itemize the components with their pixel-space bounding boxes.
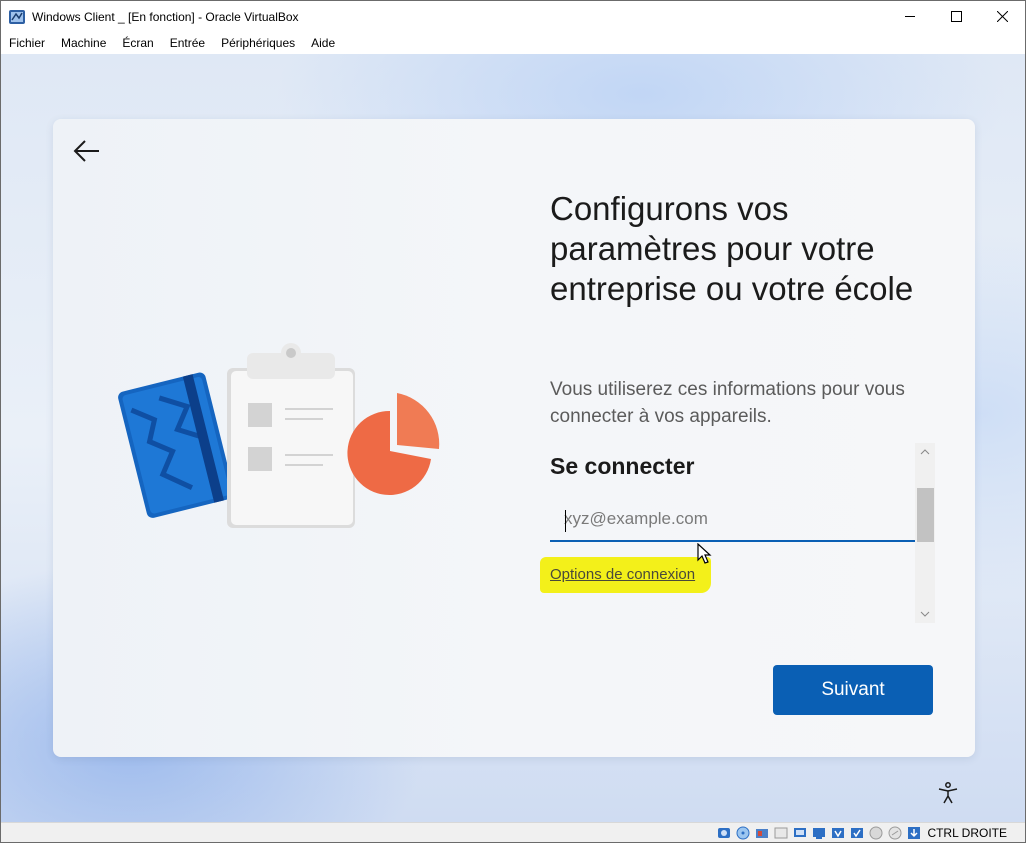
accessibility-button[interactable]: [934, 779, 962, 807]
next-button[interactable]: Suivant: [773, 665, 933, 715]
audio-icon[interactable]: [754, 826, 769, 841]
menu-entree[interactable]: Entrée: [170, 36, 205, 50]
email-field[interactable]: [550, 498, 916, 542]
virtualbox-window: Windows Client _ [En fonction] - Oracle …: [0, 0, 1026, 843]
recording-icon[interactable]: [849, 826, 864, 841]
mouse-cursor-icon: [697, 543, 712, 564]
mouse-integration-icon[interactable]: [887, 826, 902, 841]
usb-icon[interactable]: [792, 826, 807, 841]
status-bar: CTRL DROITE: [1, 822, 1025, 842]
accessibility-icon: [938, 782, 958, 804]
scrollbar-thumb[interactable]: [917, 488, 934, 542]
maximize-icon: [950, 11, 962, 22]
scroll-up-button[interactable]: [915, 443, 935, 461]
signin-options-link[interactable]: Options de connexion: [550, 566, 695, 583]
signin-scroll-region: Se connecter Options de connexion: [540, 443, 935, 623]
signin-heading: Se connecter: [550, 453, 695, 479]
network-icon[interactable]: [773, 826, 788, 841]
hard-disk-icon[interactable]: [716, 826, 731, 841]
host-key-label: CTRL DROITE: [927, 826, 1007, 840]
text-caret: [565, 510, 566, 532]
close-button[interactable]: [979, 1, 1025, 32]
cpu-icon[interactable]: [868, 826, 883, 841]
virtualbox-app-icon: [9, 9, 25, 24]
close-icon: [996, 11, 1008, 22]
vm-display[interactable]: Configurons vos paramètres pour votre en…: [1, 54, 1025, 822]
menu-ecran[interactable]: Écran: [122, 36, 153, 50]
minimize-button[interactable]: [887, 1, 933, 32]
maximize-button[interactable]: [933, 1, 979, 32]
chevron-up-icon: [920, 449, 930, 455]
menu-peripheriques[interactable]: Périphériques: [221, 36, 295, 50]
menu-fichier[interactable]: Fichier: [9, 36, 45, 50]
menu-aide[interactable]: Aide: [311, 36, 335, 50]
oobe-card: Configurons vos paramètres pour votre en…: [53, 119, 975, 757]
vertical-scrollbar[interactable]: [915, 443, 935, 623]
back-arrow-icon: [73, 140, 99, 162]
shared-folders-icon[interactable]: [811, 826, 826, 841]
title-bar[interactable]: Windows Client _ [En fonction] - Oracle …: [1, 1, 1025, 32]
page-title: Configurons vos paramètres pour votre en…: [550, 190, 914, 307]
optical-drive-icon[interactable]: [735, 826, 750, 841]
menu-machine[interactable]: Machine: [61, 36, 106, 50]
scroll-down-button[interactable]: [915, 605, 935, 623]
chevron-down-icon: [920, 611, 930, 617]
window-title: Windows Client _ [En fonction] - Oracle …: [32, 9, 299, 24]
back-button[interactable]: [71, 135, 103, 167]
page-description: Vous utiliserez ces informations pour vo…: [550, 379, 905, 427]
display-icon[interactable]: [830, 826, 845, 841]
menu-bar: Fichier Machine Écran Entrée Périphériqu…: [1, 32, 1025, 54]
work-school-illustration: [118, 343, 440, 528]
minimize-icon: [904, 16, 915, 17]
keyboard-capture-icon[interactable]: [906, 826, 921, 841]
